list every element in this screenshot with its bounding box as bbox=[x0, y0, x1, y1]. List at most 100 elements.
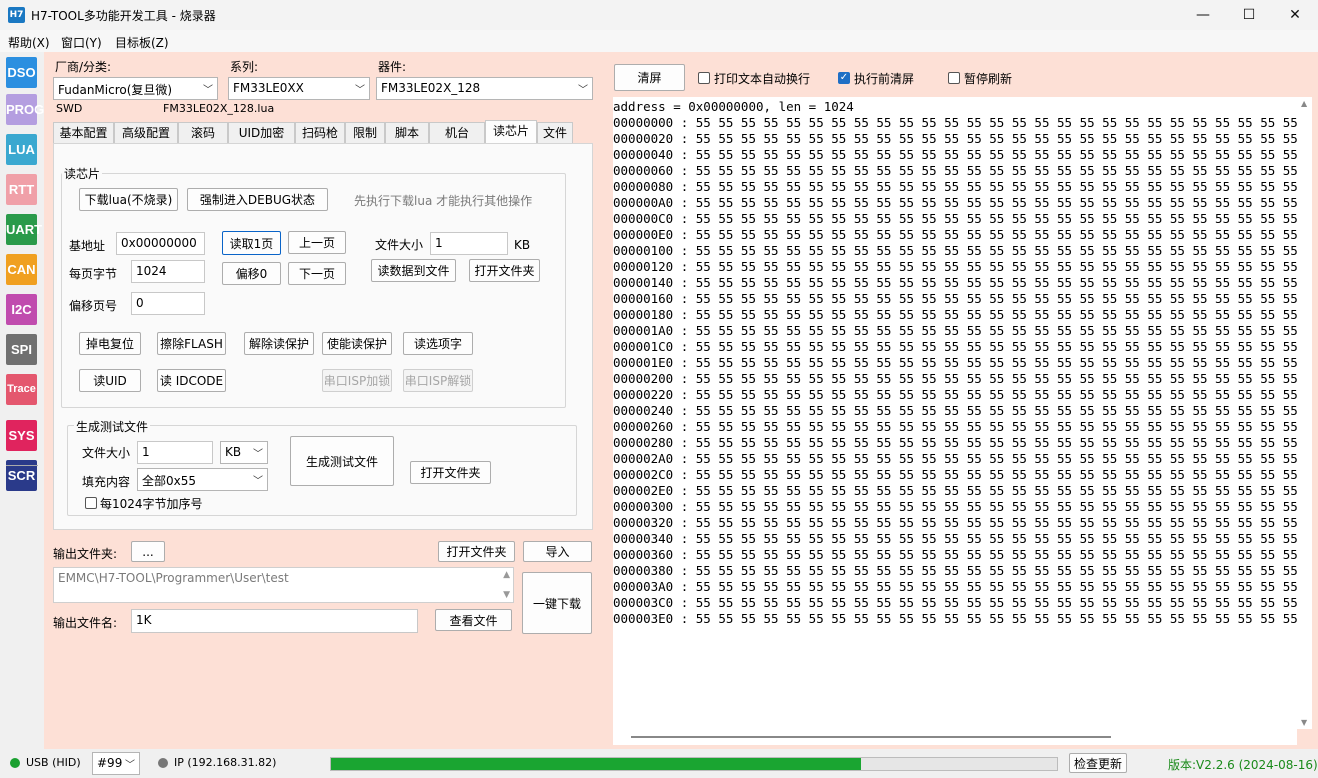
scroll-up-icon[interactable]: ▲ bbox=[503, 570, 510, 580]
force-debug-button[interactable]: 强制进入DEBUG状态 bbox=[187, 188, 328, 211]
horizontal-scroll-thumb[interactable] bbox=[631, 736, 1111, 738]
offset-page-input[interactable]: 0 bbox=[131, 292, 205, 315]
usb-status-label: USB (HID) bbox=[26, 756, 81, 769]
console-output[interactable]: address = 0x00000000, len = 1024 00000000… bbox=[613, 97, 1297, 729]
enable-read-protect-button[interactable]: 使能读保护 bbox=[322, 332, 392, 355]
gen-open-folder-button[interactable]: 打开文件夹 bbox=[410, 461, 491, 484]
prev-page-button[interactable]: 上一页 bbox=[288, 231, 346, 254]
uart-isp-unlock-button[interactable]: 串口ISP解锁 bbox=[403, 369, 473, 392]
device-id-select[interactable]: #99 ﹀ bbox=[92, 752, 140, 775]
file-size-label: 文件大小 bbox=[375, 238, 424, 252]
scroll-up-icon[interactable]: ▲ bbox=[1301, 99, 1307, 108]
gen-unit-select[interactable]: KB ﹀ bbox=[220, 441, 268, 464]
erase-flash-button[interactable]: 擦除FLASH bbox=[157, 332, 226, 355]
console-line: 00000320 : 55 55 55 55 55 55 55 55 55 55… bbox=[613, 515, 1297, 530]
file-size-input[interactable]: 1 bbox=[430, 232, 508, 255]
sidebar-uart-button[interactable]: UART bbox=[6, 214, 42, 245]
offset-page-label: 偏移页号 bbox=[69, 299, 118, 313]
series-select[interactable]: FM33LE0XX ﹀ bbox=[228, 77, 370, 100]
unlock-read-protect-button[interactable]: 解除读保护 bbox=[244, 332, 314, 355]
tab-file[interactable]: 文件 bbox=[537, 122, 573, 144]
read-page-button[interactable]: 读取1页 bbox=[222, 231, 281, 255]
sidebar-spi-button[interactable]: SPI bbox=[6, 334, 37, 365]
tab-rolling-code[interactable]: 滚码 bbox=[178, 122, 228, 144]
console-line: 000000E0 : 55 55 55 55 55 55 55 55 55 55… bbox=[613, 227, 1297, 242]
sidebar-dso-button[interactable]: DSO bbox=[6, 57, 37, 88]
auto-wrap-checkbox[interactable] bbox=[698, 72, 710, 84]
output-path-box[interactable]: EMMC\H7-TOOL\Programmer\User\test ▲ ▼ bbox=[53, 567, 514, 603]
progress-bar-fill bbox=[331, 758, 861, 770]
lua-file-label: FM33LE02X_128.lua bbox=[163, 102, 275, 115]
console-line: 00000220 : 55 55 55 55 55 55 55 55 55 55… bbox=[613, 387, 1297, 402]
console-line: 00000240 : 55 55 55 55 55 55 55 55 55 55… bbox=[613, 403, 1297, 418]
part-select[interactable]: FM33LE02X_128 ﹀ bbox=[376, 77, 593, 100]
console-line: 00000060 : 55 55 55 55 55 55 55 55 55 55… bbox=[613, 163, 1297, 178]
ip-status-label: IP (192.168.31.82) bbox=[174, 756, 277, 769]
sidebar-trace-button[interactable]: Trace bbox=[6, 374, 37, 405]
check-update-button[interactable]: 检查更新 bbox=[1069, 753, 1127, 773]
next-page-button[interactable]: 下一页 bbox=[288, 262, 346, 285]
sidebar-can-button[interactable]: CAN bbox=[6, 254, 37, 285]
menu-window[interactable]: 窗口(Y) bbox=[61, 34, 102, 51]
one-key-download-button[interactable]: 一键下载 bbox=[522, 572, 592, 634]
tab-advanced[interactable]: 高级配置 bbox=[114, 122, 178, 144]
console-line: 000000C0 : 55 55 55 55 55 55 55 55 55 55… bbox=[613, 211, 1297, 226]
menu-help[interactable]: 帮助(X) bbox=[8, 34, 50, 51]
usb-status-icon bbox=[10, 758, 20, 768]
sequence-checkbox[interactable] bbox=[85, 497, 97, 509]
scroll-down-icon[interactable]: ▼ bbox=[1301, 718, 1307, 727]
page-bytes-label: 每页字节 bbox=[69, 267, 118, 281]
clear-screen-button[interactable]: 清屏 bbox=[614, 64, 685, 91]
import-button[interactable]: 导入 bbox=[523, 541, 592, 562]
console-line: 00000020 : 55 55 55 55 55 55 55 55 55 55… bbox=[613, 131, 1297, 146]
vertical-scrollbar[interactable]: ▲ ▼ bbox=[1297, 97, 1312, 729]
view-file-button[interactable]: 查看文件 bbox=[435, 609, 512, 631]
output-filename-input[interactable]: 1K bbox=[131, 609, 418, 633]
maximize-button[interactable]: ☐ bbox=[1226, 0, 1272, 30]
console-line: 00000180 : 55 55 55 55 55 55 55 55 55 55… bbox=[613, 307, 1297, 322]
tab-machine[interactable]: 机台 bbox=[429, 122, 485, 144]
menu-bar: 帮助(X) 窗口(Y) 目标板(Z) bbox=[0, 30, 1318, 52]
vendor-select[interactable]: FudanMicro(复旦微) ﹀ bbox=[53, 77, 218, 100]
browse-button[interactable]: ... bbox=[131, 541, 165, 562]
read-uid-button[interactable]: 读UID bbox=[79, 369, 141, 392]
sidebar-rtt-button[interactable]: RTT bbox=[6, 174, 37, 205]
offset-zero-button[interactable]: 偏移0 bbox=[222, 262, 281, 285]
console-line: 00000380 : 55 55 55 55 55 55 55 55 55 55… bbox=[613, 563, 1297, 578]
base-address-input[interactable]: 0x00000000 bbox=[116, 232, 205, 255]
minimize-button[interactable]: — bbox=[1180, 0, 1226, 30]
sidebar-sys-button[interactable]: SYS bbox=[6, 420, 37, 451]
sidebar-i2c-button[interactable]: I2C bbox=[6, 294, 37, 325]
page-bytes-input[interactable]: 1024 bbox=[131, 260, 205, 283]
output-open-folder-button[interactable]: 打开文件夹 bbox=[438, 541, 515, 562]
read-idcode-button[interactable]: 读 IDCODE bbox=[157, 369, 226, 392]
menu-target-board[interactable]: 目标板(Z) bbox=[115, 34, 169, 51]
tab-basic[interactable]: 基本配置 bbox=[53, 122, 114, 144]
console-line: 00000120 : 55 55 55 55 55 55 55 55 55 55… bbox=[613, 259, 1297, 274]
clear-before-checkbox[interactable]: ✓ bbox=[838, 72, 850, 84]
read-to-file-button[interactable]: 读数据到文件 bbox=[371, 259, 456, 282]
version-label: 版本:V2.2.6 (2024-08-16) bbox=[1168, 758, 1318, 772]
close-button[interactable]: ✕ bbox=[1272, 0, 1318, 30]
console-line: 00000160 : 55 55 55 55 55 55 55 55 55 55… bbox=[613, 291, 1297, 306]
pause-refresh-checkbox[interactable] bbox=[948, 72, 960, 84]
read-option-bytes-button[interactable]: 读选项字 bbox=[403, 332, 473, 355]
tab-script[interactable]: 脚本 bbox=[385, 122, 429, 144]
tab-limits[interactable]: 限制 bbox=[345, 122, 385, 144]
uart-isp-lock-button[interactable]: 串口ISP加锁 bbox=[322, 369, 392, 392]
pause-refresh-label: 暂停刷新 bbox=[964, 72, 1013, 86]
generate-test-file-button[interactable]: 生成测试文件 bbox=[290, 436, 394, 486]
tab-uid-encrypt[interactable]: UID加密 bbox=[228, 122, 295, 144]
gen-size-input[interactable]: 1 bbox=[137, 441, 213, 464]
sidebar-prog-button[interactable]: PROG bbox=[6, 94, 44, 125]
ip-status-icon bbox=[158, 758, 168, 768]
horizontal-scrollbar[interactable] bbox=[613, 729, 1297, 745]
fill-content-select[interactable]: 全部0x55 ﹀ bbox=[137, 468, 268, 491]
download-lua-button[interactable]: 下载lua(不烧录) bbox=[79, 188, 178, 211]
sidebar-lua-button[interactable]: LUA bbox=[6, 134, 37, 165]
open-folder-button[interactable]: 打开文件夹 bbox=[469, 259, 540, 282]
scroll-down-icon[interactable]: ▼ bbox=[503, 590, 510, 600]
tab-scanner[interactable]: 扫码枪 bbox=[295, 122, 345, 144]
power-reset-button[interactable]: 掉电复位 bbox=[79, 332, 141, 355]
tab-read-chip[interactable]: 读芯片 bbox=[485, 120, 537, 144]
